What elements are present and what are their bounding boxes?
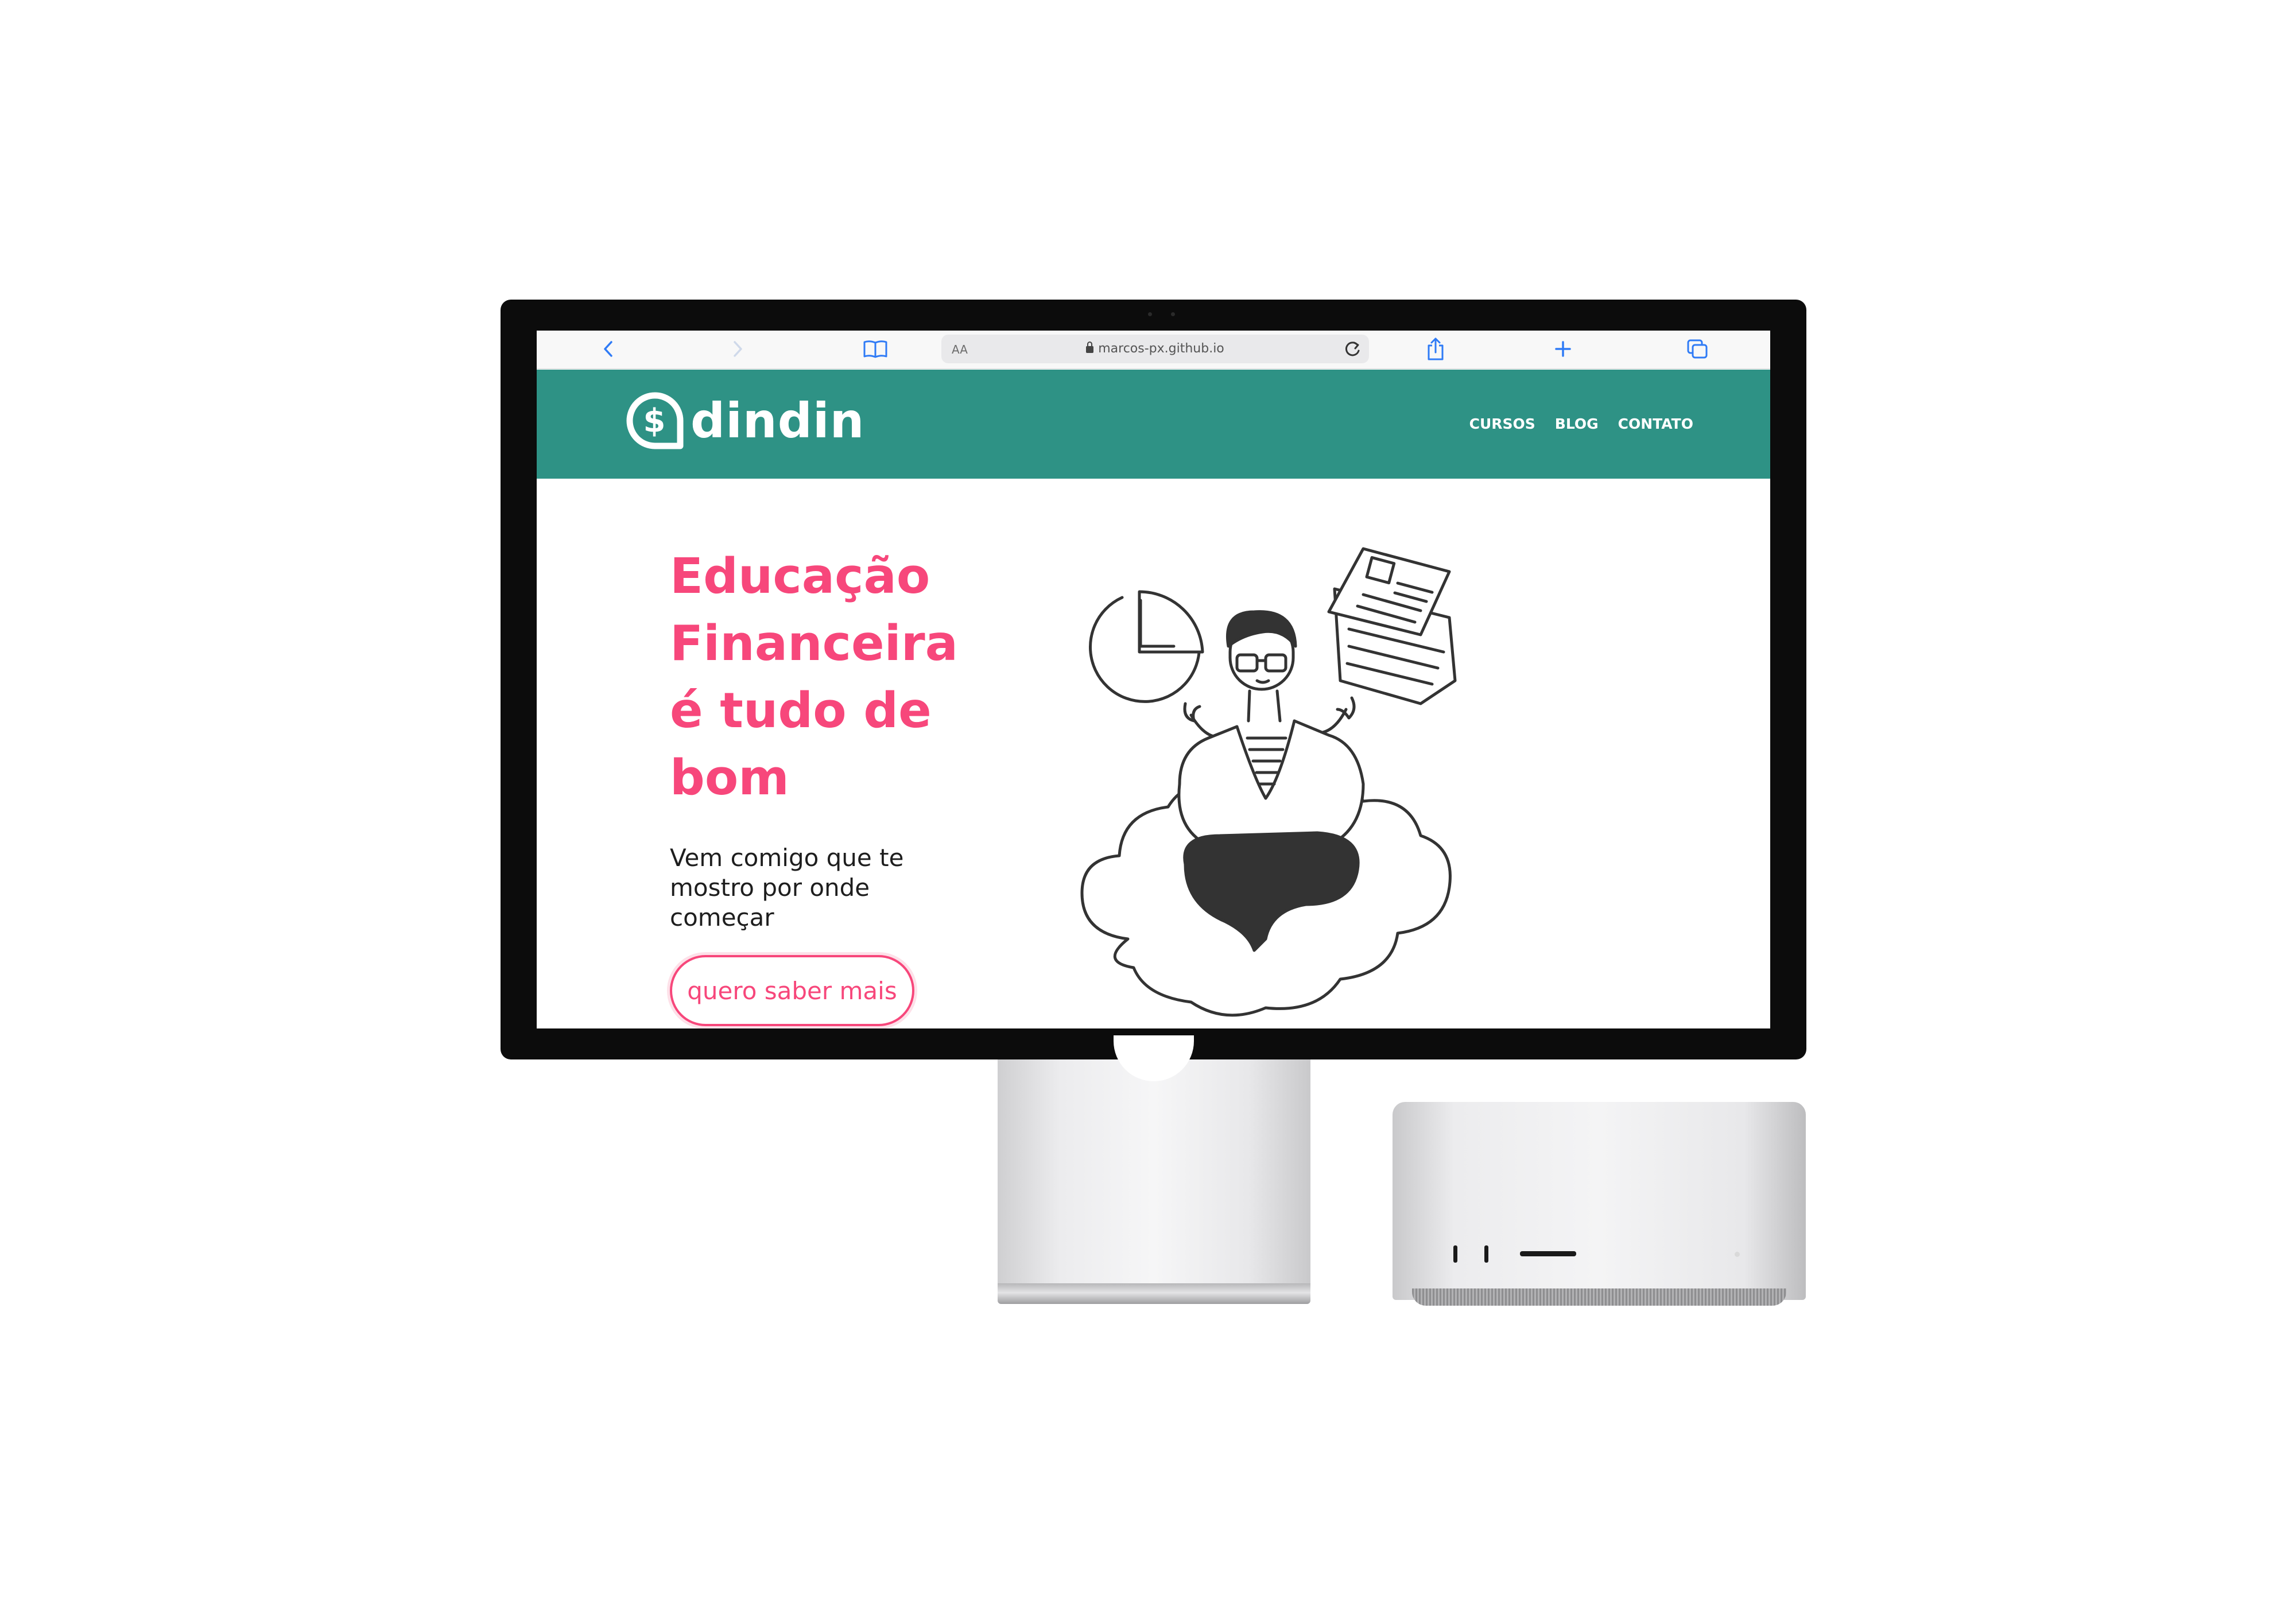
share-icon[interactable] bbox=[1424, 335, 1447, 363]
power-led bbox=[1735, 1252, 1740, 1257]
mac-studio bbox=[1393, 1102, 1806, 1300]
logo-text: dindin bbox=[691, 393, 865, 449]
forward-icon[interactable] bbox=[726, 335, 749, 363]
nav-link-blog[interactable]: BLOG bbox=[1555, 416, 1599, 432]
browser-toolbar: AA marcos-px.github.io bbox=[537, 331, 1770, 369]
hero-title-line: Educação bbox=[670, 548, 930, 605]
usb-c-port bbox=[1484, 1245, 1488, 1263]
hero-title-line: bom bbox=[670, 750, 789, 806]
back-icon[interactable] bbox=[597, 335, 620, 363]
camera-dot bbox=[1148, 312, 1152, 316]
stand-base bbox=[998, 1283, 1310, 1304]
screen: AA marcos-px.github.io $ dindin CURSOS B… bbox=[537, 331, 1770, 1028]
svg-text:$: $ bbox=[643, 402, 666, 440]
address-bar[interactable]: AA marcos-px.github.io bbox=[941, 335, 1369, 363]
reload-icon[interactable] bbox=[1341, 338, 1363, 362]
sd-card-slot bbox=[1520, 1251, 1576, 1256]
camera-dot bbox=[1171, 312, 1175, 316]
studio-display: AA marcos-px.github.io $ dindin CURSOS B… bbox=[501, 300, 1806, 1059]
main-nav: CURSOS BLOG CONTATO bbox=[1469, 416, 1693, 432]
hero-title-line: Financeira bbox=[670, 615, 959, 672]
hero-subtitle: Vem comigo que te mostro por onde começa… bbox=[670, 844, 904, 931]
hero-title-line: é tudo de bbox=[670, 682, 932, 739]
nav-link-contato[interactable]: CONTATO bbox=[1618, 416, 1693, 432]
hero-title: Educação Financeira é tudo de bom bbox=[670, 543, 1014, 812]
dollar-bubble-icon: $ bbox=[626, 392, 684, 449]
stand-hinge bbox=[1114, 1035, 1194, 1081]
usb-c-port bbox=[1453, 1245, 1457, 1263]
tabs-icon[interactable] bbox=[1685, 335, 1710, 363]
bookmarks-icon[interactable] bbox=[861, 335, 890, 363]
site-header: $ dindin CURSOS BLOG CONTATO bbox=[537, 370, 1770, 479]
new-tab-icon[interactable] bbox=[1552, 335, 1574, 363]
papers-drawing bbox=[1327, 547, 1457, 705]
meditating-person-illustration bbox=[1080, 547, 1457, 1017]
mac-studio-vent bbox=[1412, 1288, 1786, 1306]
display-stand bbox=[998, 1035, 1310, 1295]
nav-link-cursos[interactable]: CURSOS bbox=[1469, 416, 1535, 432]
lock-icon bbox=[1086, 341, 1094, 353]
person-drawing bbox=[1177, 610, 1365, 952]
logo[interactable]: $ dindin bbox=[623, 387, 864, 455]
learn-more-button[interactable]: quero saber mais bbox=[670, 955, 914, 1026]
url-text: marcos-px.github.io bbox=[941, 341, 1369, 356]
url-value: marcos-px.github.io bbox=[1098, 341, 1224, 356]
